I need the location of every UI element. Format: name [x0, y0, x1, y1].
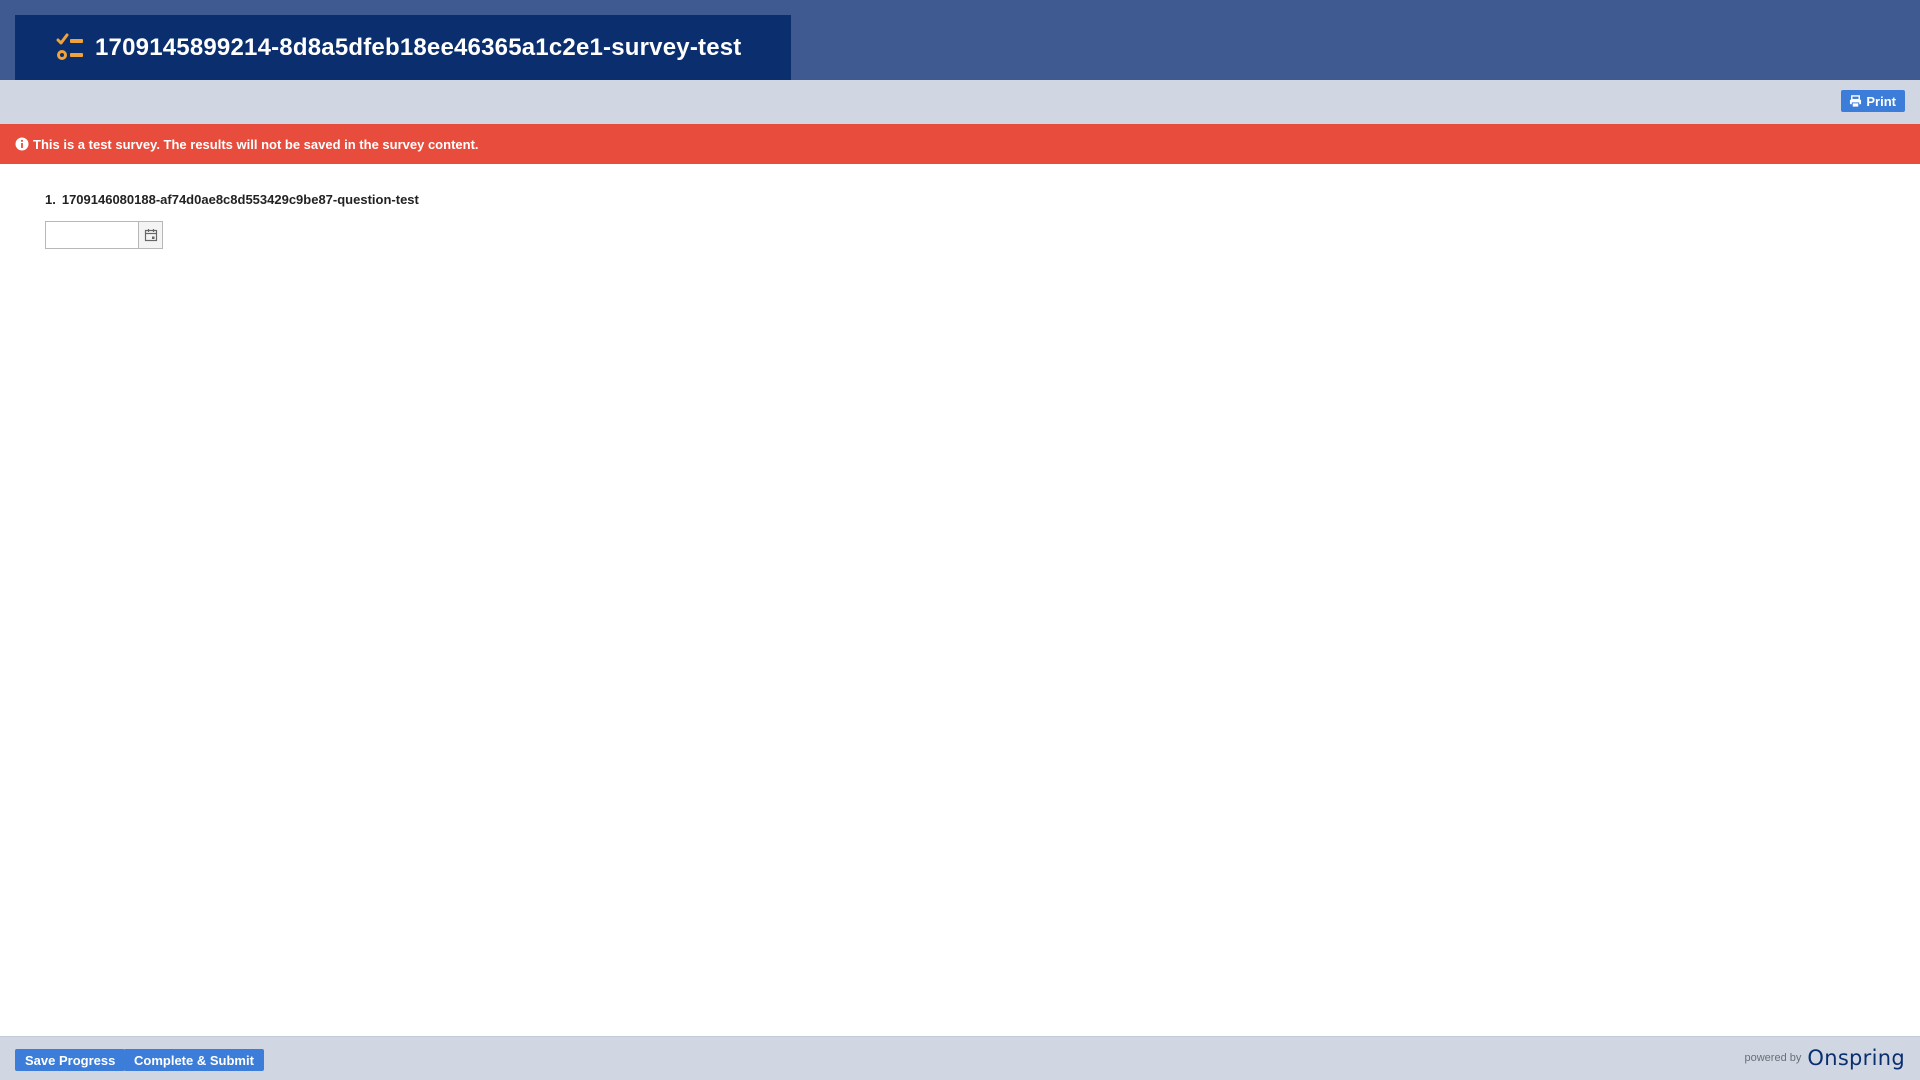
date-input[interactable] [46, 222, 138, 248]
question-item: 1. 1709146080188-af74d0ae8c8d553429c9be87… [45, 192, 419, 249]
powered-by-text: powered by [1744, 1052, 1802, 1064]
print-button[interactable]: Print [1841, 90, 1905, 112]
survey-page: 1709145899214-8d8a5dfeb18ee46365a1c2e1-s… [0, 0, 1920, 1080]
print-label: Print [1866, 93, 1896, 109]
question-label: 1. 1709146080188-af74d0ae8c8d553429c9be87… [45, 192, 419, 207]
question-number: 1. [45, 192, 56, 207]
survey-title: 1709145899214-8d8a5dfeb18ee46365a1c2e1-s… [95, 33, 742, 61]
date-picker [45, 221, 163, 249]
info-circle-icon [15, 137, 29, 151]
printer-icon [1850, 94, 1862, 108]
alert-text: This is a test survey. The results will … [33, 136, 479, 152]
complete-submit-button[interactable]: Complete & Submit [124, 1049, 264, 1071]
powered-by-branding: powered by Onspring [1745, 1046, 1906, 1070]
onspring-logo: Onspring [1807, 1046, 1905, 1070]
save-progress-button[interactable]: Save Progress [15, 1049, 126, 1071]
calendar-button[interactable] [138, 222, 162, 248]
survey-title-box: 1709145899214-8d8a5dfeb18ee46365a1c2e1-s… [15, 15, 791, 80]
test-survey-alert: This is a test survey. The results will … [0, 124, 1920, 164]
survey-checklist-icon [56, 33, 83, 60]
toolbar: Print [0, 80, 1920, 124]
question-text: 1709146080188-af74d0ae8c8d553429c9be87-q… [61, 192, 419, 207]
calendar-icon [144, 229, 157, 242]
footer: Save Progress Complete & Submit powered … [0, 1036, 1920, 1080]
header-band: 1709145899214-8d8a5dfeb18ee46365a1c2e1-s… [0, 0, 1920, 80]
